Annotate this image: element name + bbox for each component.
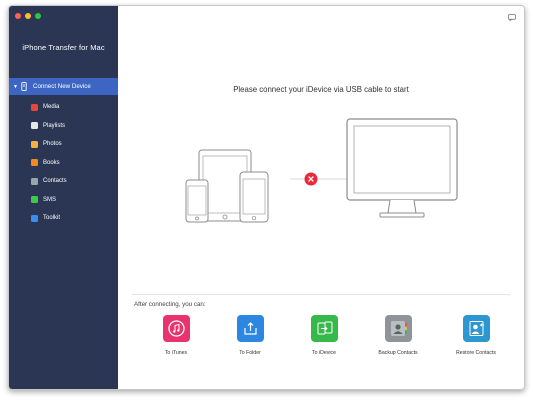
sidebar-item-label: Media [43, 104, 60, 111]
sidebar-item-books[interactable]: Books [9, 154, 118, 173]
action-label: To Folder [239, 350, 261, 356]
disconnected-icon [304, 172, 318, 186]
sidebar-item-media[interactable]: Media [9, 98, 118, 117]
action-label: Backup Contacts [378, 350, 418, 356]
playlists-icon [31, 122, 38, 130]
sidebar-item-label: SMS [43, 196, 57, 203]
iphone-small-illustration [185, 179, 209, 223]
minimize-window-button[interactable] [25, 13, 31, 19]
connection-line [290, 178, 350, 180]
sidebar-item-label: Toolkit [43, 215, 61, 222]
sidebar-item-label: Books [43, 159, 60, 166]
idevices-illustration [185, 149, 269, 223]
sidebar-item-sms[interactable]: SMS [9, 191, 118, 210]
itunes-icon [162, 315, 190, 342]
photos-icon [31, 140, 38, 148]
sidebar-item-connect-new-device[interactable]: ▼ Connect New Device [9, 78, 118, 95]
toolkit-icon [31, 214, 38, 222]
zoom-window-button[interactable] [35, 13, 41, 19]
after-connecting-label: After connecting, you can: [134, 301, 206, 308]
sidebar-item-label: Contacts [43, 178, 67, 185]
backup-contacts-button[interactable]: Backup Contacts [368, 315, 428, 356]
sidebar-item-playlists[interactable]: Playlists [9, 117, 118, 136]
app-window: iPhone Transfer for Mac ▼ Connect New De… [8, 5, 525, 390]
main-panel: Please connect your iDevice via USB cabl… [118, 6, 524, 389]
sidebar-item-label: Playlists [43, 122, 66, 129]
to-folder-button[interactable]: To Folder [220, 315, 280, 356]
backup-contacts-icon [384, 315, 412, 342]
sidebar-item-label: Photos [43, 141, 62, 148]
connect-prompt: Please connect your iDevice via USB cabl… [233, 85, 409, 94]
action-label: Restore Contacts [455, 350, 497, 356]
sidebar-nav: Media Playlists Photos Books Contacts SM… [9, 98, 118, 228]
restore-contacts-button[interactable]: Restore Contacts [446, 315, 506, 356]
sidebar-header-label: Connect New Device [33, 83, 91, 90]
app-title: iPhone Transfer for Mac [22, 43, 105, 52]
window-controls [15, 13, 41, 19]
action-label: To iDevice [312, 350, 336, 356]
sidebar: iPhone Transfer for Mac ▼ Connect New De… [9, 6, 118, 389]
action-label: To iTunes [164, 350, 188, 356]
contacts-icon [31, 177, 38, 185]
idevice-transfer-icon [310, 315, 338, 342]
iphone-large-illustration [239, 171, 269, 223]
close-window-button[interactable] [15, 13, 21, 19]
restore-contacts-icon [462, 315, 490, 342]
feedback-icon[interactable] [508, 14, 516, 21]
to-idevice-button[interactable]: To iDevice [294, 315, 354, 356]
media-icon [31, 103, 38, 111]
sidebar-item-toolkit[interactable]: Toolkit [9, 209, 118, 228]
sms-icon [31, 196, 38, 204]
books-icon [31, 159, 38, 167]
to-itunes-button[interactable]: To iTunes [146, 315, 206, 356]
expand-arrow-icon: ▼ [13, 83, 18, 90]
computer-monitor-illustration [346, 118, 458, 218]
section-divider [132, 294, 510, 295]
folder-export-icon [236, 315, 264, 342]
sidebar-item-contacts[interactable]: Contacts [9, 172, 118, 191]
sidebar-item-photos[interactable]: Photos [9, 135, 118, 154]
usb-device-icon [21, 82, 27, 91]
